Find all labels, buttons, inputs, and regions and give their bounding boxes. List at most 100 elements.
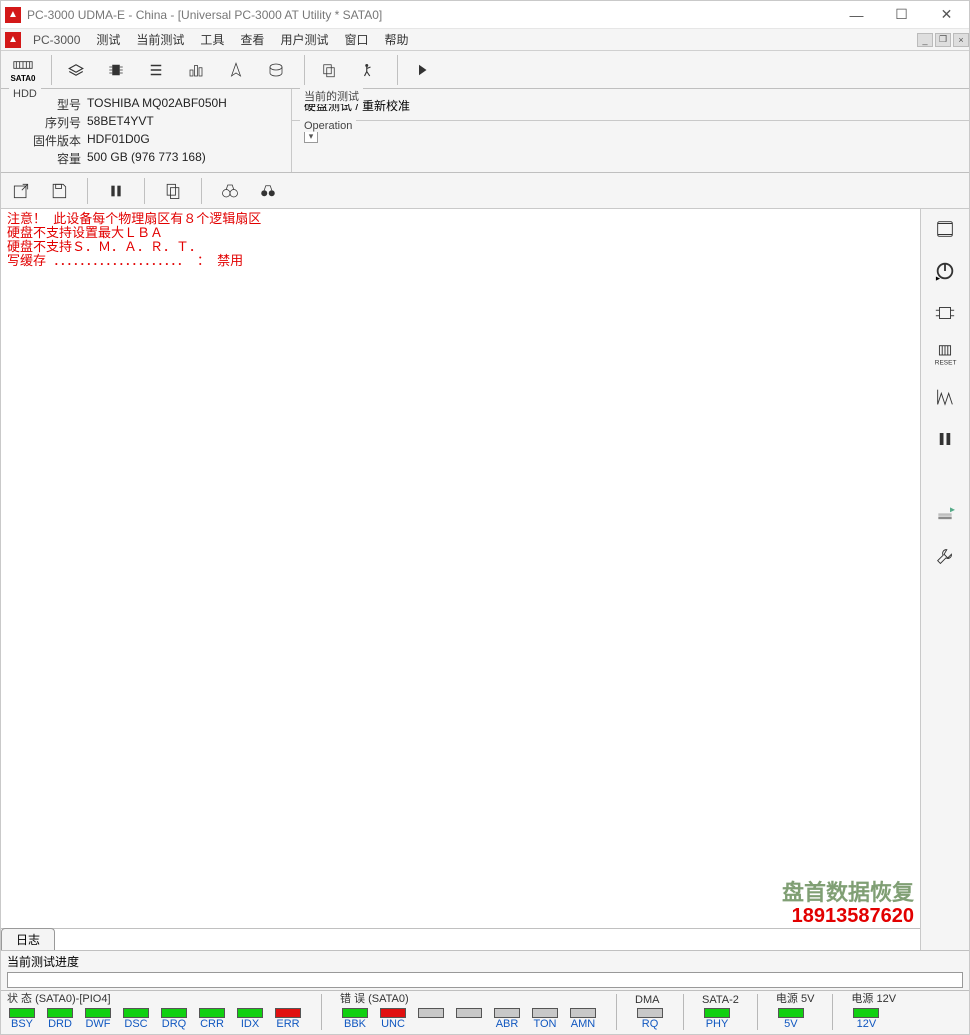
layers-icon	[66, 61, 86, 79]
log-tabs: 日志	[1, 928, 920, 950]
operation-label: Operation	[300, 120, 356, 132]
stack-icon: ▶	[933, 505, 957, 525]
watermark-company: 盘首数据恢复	[782, 882, 914, 904]
menu-window[interactable]: 窗口	[336, 31, 376, 48]
side-btn-reset[interactable]: RESET	[929, 341, 961, 369]
menu-view[interactable]: 查看	[232, 31, 272, 48]
side-btn-scroll[interactable]	[929, 215, 961, 243]
find-next-button[interactable]	[254, 177, 282, 205]
current-test-label: 当前的测试	[300, 88, 363, 104]
log-pane: 注意！ 此设备每个物理扇区有８个逻辑扇区 硬盘不支持设置最大ＬＢＡ 硬盘不支持Ｓ…	[1, 209, 921, 950]
led-lamp	[380, 1008, 406, 1018]
side-btn-power[interactable]: ▶	[929, 257, 961, 285]
svg-text:RESET: RESET	[935, 359, 957, 366]
export-icon	[11, 181, 31, 201]
led-lamp	[47, 1008, 73, 1018]
content-area: 注意！ 此设备每个物理扇区有８个逻辑扇区 硬盘不支持设置最大ＬＢＡ 硬盘不支持Ｓ…	[1, 209, 969, 950]
reset-icon: RESET	[932, 343, 958, 367]
menu-test[interactable]: 测试	[88, 31, 128, 48]
close-button[interactable]: ✕	[924, 1, 969, 29]
minimize-button[interactable]: —	[834, 1, 879, 29]
side-btn-pause[interactable]	[929, 425, 961, 453]
mdi-close-button[interactable]: ×	[953, 33, 969, 47]
led-lamp	[199, 1008, 225, 1018]
log-line-1: 注意！ 此设备每个物理扇区有８个逻辑扇区	[7, 211, 261, 226]
chip-icon	[106, 61, 126, 79]
led-lamp	[161, 1008, 187, 1018]
led-label: UNC	[381, 1018, 405, 1030]
led-label: DSC	[124, 1018, 147, 1030]
status-led: ERR	[273, 1008, 303, 1030]
side-btn-chip[interactable]	[929, 299, 961, 327]
copy-button[interactable]	[159, 177, 187, 205]
menu-app[interactable]: PC-3000	[25, 33, 88, 47]
info-bar: HDD 型号TOSHIBA MQ02ABF050H 序列号58BET4YVT 固…	[1, 89, 969, 173]
progress-bar	[7, 972, 963, 988]
menu-user-test[interactable]: 用户测试	[272, 31, 336, 48]
status-led: 12V	[851, 1008, 881, 1030]
menu-current-test[interactable]: 当前测试	[128, 31, 192, 48]
status-led: CRR	[197, 1008, 227, 1030]
status-sata-label: 状 态 (SATA0)-[PIO4]	[7, 990, 303, 1006]
led-lamp	[637, 1008, 663, 1018]
toolbar-btn-2[interactable]	[98, 53, 134, 87]
led-label: ABR	[496, 1018, 519, 1030]
resistor-icon	[933, 386, 957, 408]
led-lamp	[570, 1008, 596, 1018]
log-text[interactable]: 注意！ 此设备每个物理扇区有８个逻辑扇区 硬盘不支持设置最大ＬＢＡ 硬盘不支持Ｓ…	[1, 209, 920, 928]
status-led: BSY	[7, 1008, 37, 1030]
hdd-group-label: HDD	[9, 88, 41, 100]
hdd-info-group: HDD 型号TOSHIBA MQ02ABF050H 序列号58BET4YVT 固…	[1, 89, 291, 172]
current-test-group: 当前的测试 硬盘测试 / 重新校准	[292, 89, 969, 121]
status-led: PHY	[702, 1008, 732, 1030]
find-button[interactable]	[216, 177, 244, 205]
watermark-phone: 18913587620	[792, 906, 914, 926]
toolbar-btn-5[interactable]	[218, 53, 254, 87]
toolbar-btn-1[interactable]	[58, 53, 94, 87]
binoculars-icon	[221, 182, 239, 200]
sata-port-icon	[13, 56, 33, 74]
maximize-button[interactable]: ☐	[879, 1, 924, 29]
app-icon-small: ▲	[5, 32, 21, 48]
menu-help[interactable]: 帮助	[376, 31, 416, 48]
led-lamp	[494, 1008, 520, 1018]
sata-port-button[interactable]: SATA0	[5, 53, 41, 87]
side-btn-layers[interactable]: ▶	[929, 501, 961, 529]
led-lamp	[704, 1008, 730, 1018]
pause-button[interactable]	[102, 177, 130, 205]
export-button[interactable]	[7, 177, 35, 205]
toolbar-btn-8[interactable]	[351, 53, 387, 87]
status-led: ABR	[492, 1008, 522, 1030]
led-label: DWF	[85, 1018, 110, 1030]
mdi-minimize-button[interactable]: _	[917, 33, 933, 47]
status-led: RQ	[635, 1008, 665, 1030]
copy-icon	[319, 61, 339, 79]
toolbar-btn-4[interactable]	[178, 53, 214, 87]
secondary-toolbar	[1, 173, 969, 209]
led-lamp	[123, 1008, 149, 1018]
status-led: AMN	[568, 1008, 598, 1030]
led-label: PHY	[706, 1018, 729, 1030]
toolbar-btn-6[interactable]	[258, 53, 294, 87]
led-lamp	[532, 1008, 558, 1018]
side-btn-resistor[interactable]	[929, 383, 961, 411]
status-error-label: 错 误 (SATA0)	[340, 990, 598, 1006]
toolbar-play-button[interactable]	[404, 53, 440, 87]
log-tab[interactable]: 日志	[1, 928, 55, 950]
tools-icon	[934, 546, 956, 568]
save-button[interactable]	[45, 177, 73, 205]
mdi-restore-button[interactable]: ❐	[935, 33, 951, 47]
save-icon	[49, 181, 69, 201]
toolbar-btn-3[interactable]	[138, 53, 174, 87]
status-group-error: 错 误 (SATA0) BBKUNCABRTONAMN	[340, 990, 598, 1030]
menu-tools[interactable]: 工具	[192, 31, 232, 48]
hdd-serial: 58BET4YVT	[87, 114, 154, 131]
status-sata2-label: SATA-2	[702, 994, 739, 1006]
log-line-4: 写缓存 ．．．．．．．．．．．．．．．．．．．． ： 禁用	[7, 253, 243, 268]
play-icon	[412, 61, 432, 79]
status-led: 5V	[776, 1008, 806, 1030]
toolbar-btn-7[interactable]	[311, 53, 347, 87]
status-bar: 状 态 (SATA0)-[PIO4] BSYDRDDWFDSCDRQCRRIDX…	[1, 990, 969, 1034]
side-btn-tools[interactable]	[929, 543, 961, 571]
menubar: ▲ PC-3000 测试 当前测试 工具 查看 用户测试 窗口 帮助 _ ❐ ×	[1, 29, 969, 51]
